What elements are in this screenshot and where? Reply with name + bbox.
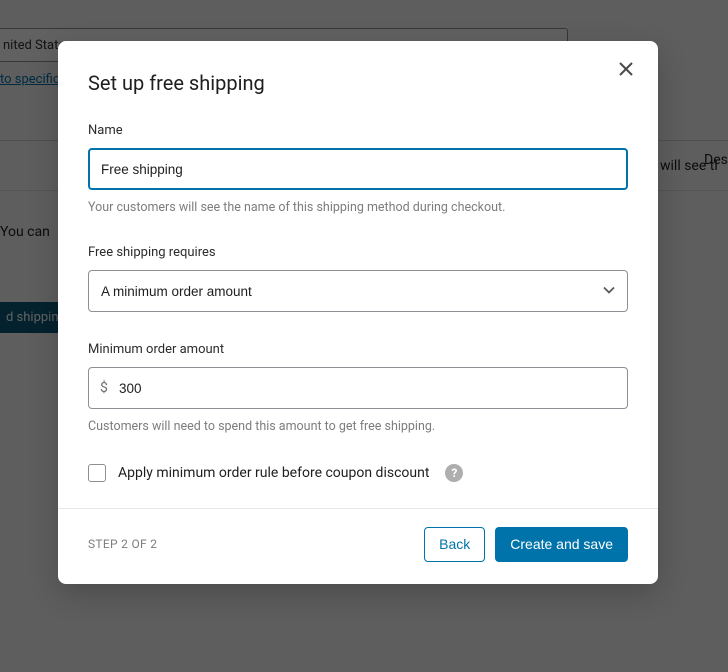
name-label: Name [88,123,628,138]
min-amount-helper: Customers will need to spend this amount… [88,419,628,434]
close-button[interactable] [612,55,640,83]
coupon-checkbox-label: Apply minimum order rule before coupon d… [118,465,429,481]
min-amount-label: Minimum order amount [88,342,628,357]
coupon-checkbox[interactable] [88,464,106,482]
min-amount-group: Minimum order amount $ Customers will ne… [88,342,628,434]
step-indicator: STEP 2 OF 2 [88,537,157,551]
requires-label: Free shipping requires [88,245,628,260]
modal-footer: STEP 2 OF 2 Back Create and save [58,508,658,584]
setup-free-shipping-modal: Set up free shipping Name Your customers… [58,41,658,584]
min-amount-input[interactable] [88,367,628,409]
coupon-checkbox-row: Apply minimum order rule before coupon d… [88,464,628,482]
name-helper: Your customers will see the name of this… [88,200,628,215]
name-input[interactable] [88,148,628,190]
name-group: Name Your customers will see the name of… [88,123,628,215]
modal-title: Set up free shipping [88,71,628,95]
create-and-save-button[interactable]: Create and save [495,527,628,562]
requires-group: Free shipping requires A minimum order a… [88,245,628,312]
close-icon [619,62,633,76]
back-button[interactable]: Back [424,527,485,562]
modal-overlay: Set up free shipping Name Your customers… [0,0,728,672]
requires-select[interactable]: A minimum order amount [88,270,628,312]
help-icon[interactable]: ? [445,464,463,482]
